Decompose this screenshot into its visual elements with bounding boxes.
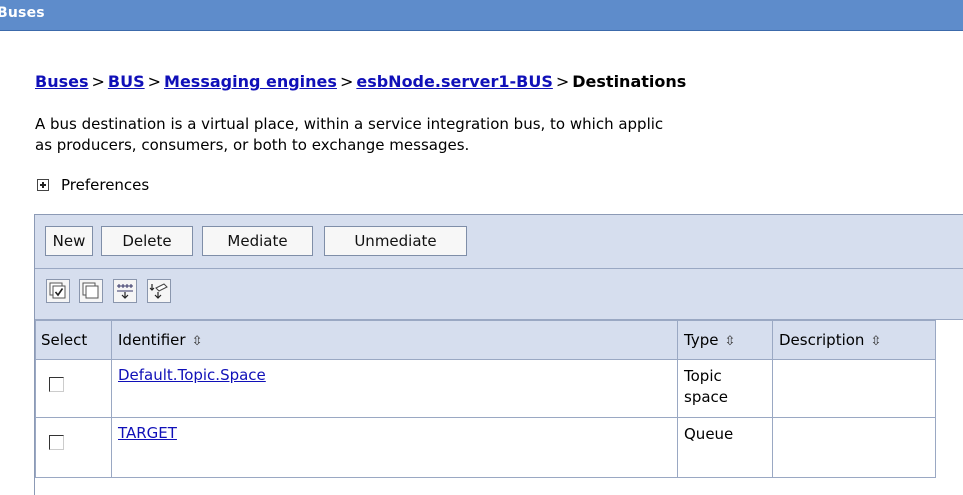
deselect-all-icon[interactable] — [79, 279, 103, 303]
identifier-cell: Default.Topic.Space — [111, 359, 678, 418]
icon-toolbar — [35, 269, 963, 320]
destinations-panel: New Delete Mediate Unmediate Select Iden… — [34, 214, 963, 495]
destination-link[interactable]: TARGET — [118, 424, 177, 442]
header-label: Identifier — [118, 331, 186, 349]
header-label: Type — [684, 331, 719, 349]
row-checkbox[interactable] — [49, 377, 64, 392]
description-line: A bus destination is a virtual place, wi… — [35, 115, 664, 133]
unmediate-button[interactable]: Unmediate — [324, 226, 467, 256]
title-bar: Buses — [0, 0, 963, 31]
select-cell — [35, 359, 112, 418]
mediate-button[interactable]: Mediate — [202, 226, 313, 256]
destination-link[interactable]: Default.Topic.Space — [118, 366, 266, 384]
window-title: Buses — [0, 5, 45, 21]
header-label: Description — [779, 331, 865, 349]
column-header-identifier[interactable]: Identifier ⇳ — [111, 320, 678, 360]
destinations-table: Select Identifier ⇳ Type ⇳ Description ⇳ De… — [35, 320, 936, 478]
breadcrumb-link-bus[interactable]: BUS — [108, 72, 145, 91]
expand-plus-icon[interactable] — [37, 179, 49, 191]
show-filter-icon[interactable] — [113, 279, 137, 303]
type-value: Topic — [684, 367, 722, 385]
type-cell: Topic space — [677, 359, 773, 418]
clear-filter-icon[interactable] — [147, 279, 171, 303]
breadcrumb-separator: > — [147, 72, 162, 91]
table-header-row: Select Identifier ⇳ Type ⇳ Description ⇳ — [35, 320, 936, 360]
preferences-label: Preferences — [61, 176, 150, 194]
table-row: TARGET Queue — [35, 417, 936, 478]
sort-icon[interactable]: ⇳ — [724, 334, 735, 349]
select-cell — [35, 417, 112, 478]
sort-icon[interactable]: ⇳ — [870, 334, 881, 349]
preferences-toggle[interactable]: Preferences — [37, 176, 149, 194]
description-line: as producers, consumers, or both to exch… — [35, 136, 470, 154]
breadcrumb-link-messaging-engines[interactable]: Messaging engines — [164, 72, 337, 91]
breadcrumb-link-esbnode[interactable]: esbNode.server1-BUS — [356, 72, 553, 91]
page-description: A bus destination is a virtual place, wi… — [35, 114, 963, 156]
type-value: Queue — [684, 425, 734, 443]
breadcrumb-separator: > — [91, 72, 105, 91]
column-header-select: Select — [35, 320, 112, 360]
description-cell — [772, 417, 936, 478]
breadcrumb-link-buses[interactable]: Buses — [35, 72, 88, 91]
identifier-cell: TARGET — [111, 417, 678, 478]
column-header-type[interactable]: Type ⇳ — [677, 320, 773, 360]
type-value: space — [684, 388, 729, 406]
type-cell: Queue — [677, 417, 773, 478]
breadcrumb-separator: > — [555, 72, 570, 91]
description-cell — [772, 359, 936, 418]
sort-icon[interactable]: ⇳ — [192, 334, 203, 349]
breadcrumb: Buses > BUS > Messaging engines > esbNode.serv… — [35, 72, 686, 91]
table-row: Default.Topic.Space Topic space — [35, 359, 936, 418]
header-label: Select — [41, 331, 88, 349]
new-button[interactable]: New — [45, 226, 93, 256]
delete-button[interactable]: Delete — [101, 226, 193, 256]
column-header-description[interactable]: Description ⇳ — [772, 320, 936, 360]
action-button-bar: New Delete Mediate Unmediate — [35, 215, 963, 269]
select-all-icon[interactable] — [46, 279, 70, 303]
row-checkbox[interactable] — [49, 435, 64, 450]
breadcrumb-separator: > — [339, 72, 354, 91]
breadcrumb-current: Destinations — [572, 72, 687, 91]
